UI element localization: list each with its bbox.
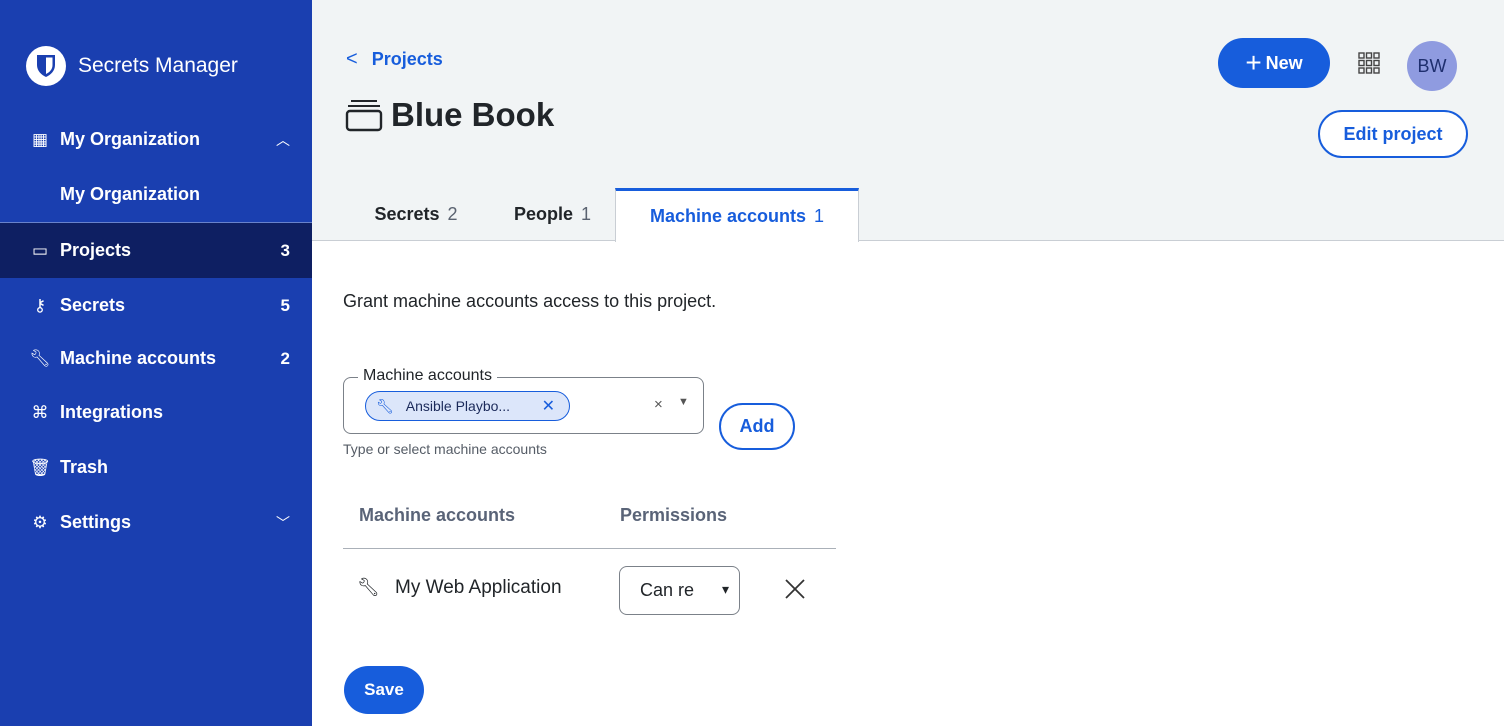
description-text: Grant machine accounts access to this pr… xyxy=(343,291,717,311)
integrations-icon: ⌘ xyxy=(31,402,49,422)
sidebar-item-integrations[interactable]: ⌘ Integrations xyxy=(0,385,312,440)
sidebar-item-label: Settings xyxy=(60,512,132,532)
tab-label: Machine accounts xyxy=(649,206,807,226)
chip-label: Ansible Playbo... xyxy=(405,398,511,414)
page-title: Blue Book xyxy=(345,96,554,134)
sidebar-item-label: Projects xyxy=(60,240,132,260)
column-header-permissions: Permissions xyxy=(620,505,728,525)
tab-secrets[interactable]: Secrets 2 xyxy=(344,188,488,241)
org-switcher-label: My Organization xyxy=(60,129,201,149)
building-icon: ▦ xyxy=(31,129,49,149)
column-header-machine-accounts: Machine accounts xyxy=(359,505,516,525)
selected-chip[interactable]: 🔧︎ Ansible Playbo... ✕ xyxy=(365,391,570,421)
tab-count: 1 xyxy=(814,206,825,226)
tab-count: 1 xyxy=(581,204,592,224)
wrench-icon: 🔧︎ xyxy=(376,397,394,414)
chevron-down-icon[interactable]: ﹀ xyxy=(276,513,290,533)
tab-count: 2 xyxy=(447,204,458,224)
machine-accounts-input[interactable]: Machine accounts 🔧︎ Ansible Playbo... ✕ … xyxy=(343,367,704,434)
chip-remove-icon[interactable]: ✕ xyxy=(542,396,555,416)
table-row-name: My Web Application xyxy=(395,577,562,598)
sidebar-item-count: 2 xyxy=(280,348,290,368)
sidebar-item-machine-accounts[interactable]: 🔧︎ Machine accounts 2 xyxy=(0,331,312,386)
sidebar-item-trash[interactable]: 🗑︎ Trash xyxy=(0,440,312,495)
tab-label: Secrets xyxy=(374,204,440,224)
field-hint: Type or select machine accounts xyxy=(343,441,547,457)
add-button[interactable]: Add xyxy=(719,403,795,450)
sidebar-item-count: 3 xyxy=(280,240,290,260)
sidebar-item-label: Machine accounts xyxy=(60,348,217,368)
chevron-down-icon: ▾ xyxy=(721,581,729,597)
sidebar-item-label: Integrations xyxy=(60,402,164,422)
new-button-label: New xyxy=(1265,52,1303,73)
tab-label: People xyxy=(513,204,573,224)
avatar[interactable]: BW xyxy=(1407,41,1457,91)
breadcrumb-projects-link[interactable]: Projects xyxy=(372,49,443,70)
folder-icon: ▭ xyxy=(31,240,49,260)
sidebar-item-secrets[interactable]: ⚷ Secrets 5 xyxy=(0,278,312,333)
org-switcher[interactable]: ▦ My Organization ︿ xyxy=(0,112,312,167)
app-title: Secrets Manager xyxy=(78,54,238,77)
save-button[interactable]: Save xyxy=(344,666,424,714)
clear-icon[interactable]: × xyxy=(654,396,663,413)
table-header-divider xyxy=(343,548,836,549)
key-icon: ⚷ xyxy=(33,295,47,315)
plus-icon: + xyxy=(1245,47,1262,78)
close-icon[interactable] xyxy=(782,576,808,602)
wrench-icon: 🔧︎ xyxy=(29,348,51,368)
shield-icon xyxy=(26,46,66,86)
wrench-icon: 🔧︎ xyxy=(357,577,380,597)
edit-project-button[interactable]: Edit project xyxy=(1318,110,1468,158)
permission-select-value: Can re xyxy=(640,580,695,600)
folder-icon xyxy=(345,100,383,132)
chevron-left-icon: < xyxy=(346,48,358,70)
page-title-text: Blue Book xyxy=(391,96,555,133)
tab-machine-accounts[interactable]: Machine accounts 1 xyxy=(615,188,859,242)
field-label: Machine accounts xyxy=(358,367,497,385)
sidebar-item-label: Trash xyxy=(60,457,109,477)
sidebar-item-settings[interactable]: ⚙ Settings ﹀ xyxy=(0,495,312,550)
sidebar-item-label: My Organization xyxy=(60,184,201,204)
caret-down-icon[interactable]: ▼ xyxy=(678,396,689,408)
brand[interactable]: Secrets Manager xyxy=(26,44,238,88)
sidebar: Secrets Manager ▦ My Organization ︿ My O… xyxy=(0,0,312,726)
sidebar-item-label: Secrets xyxy=(60,295,126,315)
breadcrumb[interactable]: < Projects xyxy=(346,48,443,71)
app-switcher-icon[interactable] xyxy=(1358,52,1380,74)
permission-select[interactable]: Can re ▾ xyxy=(619,566,740,615)
sidebar-item-count: 5 xyxy=(280,295,290,315)
sidebar-item-my-organization[interactable]: My Organization xyxy=(0,167,312,222)
new-button[interactable]: + New xyxy=(1218,38,1330,88)
chevron-up-icon[interactable]: ︿ xyxy=(276,130,290,150)
trash-icon: 🗑︎ xyxy=(29,457,51,477)
tab-people[interactable]: People 1 xyxy=(490,188,615,241)
gear-icon: ⚙ xyxy=(32,512,48,532)
sidebar-item-projects[interactable]: ▭ Projects 3 xyxy=(0,223,312,278)
